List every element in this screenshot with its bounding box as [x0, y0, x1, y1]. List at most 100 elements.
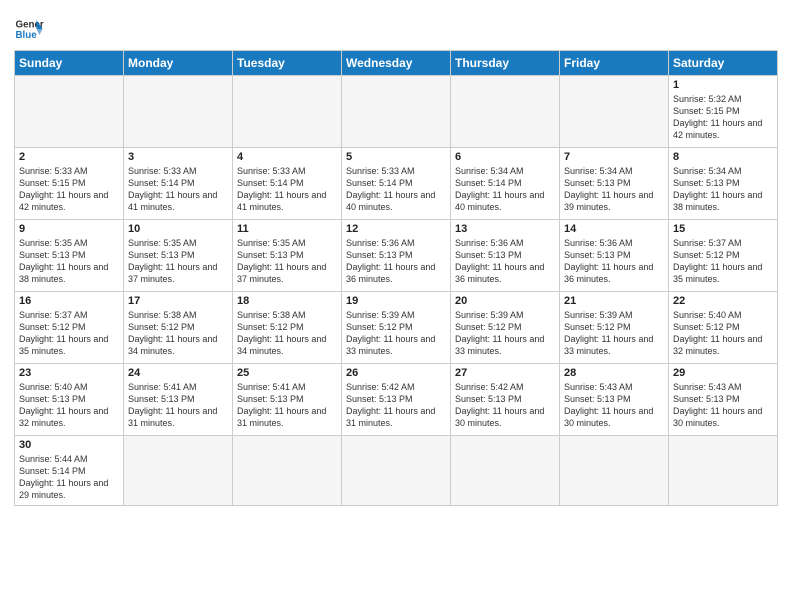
cell-info: Sunrise: 5:32 AMSunset: 5:15 PMDaylight:… [673, 93, 773, 142]
day-number: 7 [564, 151, 664, 163]
day-number: 27 [455, 367, 555, 379]
cell-info: Sunrise: 5:40 AMSunset: 5:13 PMDaylight:… [19, 381, 119, 430]
calendar-cell [233, 436, 342, 506]
cell-info: Sunrise: 5:33 AMSunset: 5:14 PMDaylight:… [346, 165, 446, 214]
day-number: 6 [455, 151, 555, 163]
day-number: 3 [128, 151, 228, 163]
logo: General Blue [14, 14, 44, 44]
day-number: 2 [19, 151, 119, 163]
cell-info: Sunrise: 5:35 AMSunset: 5:13 PMDaylight:… [128, 237, 228, 286]
calendar-cell: 30 Sunrise: 5:44 AMSunset: 5:14 PMDayligh… [15, 436, 124, 506]
calendar-cell: 14Sunrise: 5:36 AMSunset: 5:13 PMDayligh… [560, 220, 669, 292]
calendar-cell: 1 Sunrise: 5:32 AMSunset: 5:15 PMDaylight… [669, 76, 778, 148]
cell-info: Sunrise: 5:44 AMSunset: 5:14 PMDaylight:… [19, 453, 119, 502]
weekday-header-monday: Monday [124, 51, 233, 76]
day-number: 11 [237, 223, 337, 235]
day-number: 30 [19, 439, 119, 451]
calendar-cell: 17 Sunrise: 5:38 AMSunset: 5:12 PMDayligh… [124, 292, 233, 364]
calendar-cell: 22 Sunrise: 5:40 AMSunset: 5:12 PMDayligh… [669, 292, 778, 364]
calendar-cell [451, 436, 560, 506]
calendar-week-3: 9 Sunrise: 5:35 AMSunset: 5:13 PMDaylight… [15, 220, 778, 292]
calendar-cell: 4 Sunrise: 5:33 AMSunset: 5:14 PMDaylight… [233, 148, 342, 220]
cell-info: Sunrise: 5:37 AMSunset: 5:12 PMDaylight:… [19, 309, 119, 358]
calendar-cell [15, 76, 124, 148]
calendar-cell [560, 76, 669, 148]
day-number: 29 [673, 367, 773, 379]
cell-info: Sunrise: 5:43 AMSunset: 5:13 PMDaylight:… [673, 381, 773, 430]
calendar-cell: 5 Sunrise: 5:33 AMSunset: 5:14 PMDaylight… [342, 148, 451, 220]
header: General Blue [14, 10, 778, 44]
day-number: 5 [346, 151, 446, 163]
calendar-week-5: 23 Sunrise: 5:40 AMSunset: 5:13 PMDayligh… [15, 364, 778, 436]
cell-info: Sunrise: 5:33 AMSunset: 5:14 PMDaylight:… [128, 165, 228, 214]
calendar-cell: 3 Sunrise: 5:33 AMSunset: 5:14 PMDaylight… [124, 148, 233, 220]
cell-info: Sunrise: 5:33 AMSunset: 5:14 PMDaylight:… [237, 165, 337, 214]
calendar-cell [451, 76, 560, 148]
logo-icon: General Blue [14, 14, 44, 44]
cell-info: Sunrise: 5:37 AMSunset: 5:12 PMDaylight:… [673, 237, 773, 286]
weekday-header-thursday: Thursday [451, 51, 560, 76]
cell-info: Sunrise: 5:42 AMSunset: 5:13 PMDaylight:… [455, 381, 555, 430]
day-number: 4 [237, 151, 337, 163]
cell-info: Sunrise: 5:39 AMSunset: 5:12 PMDaylight:… [346, 309, 446, 358]
cell-info: Sunrise: 5:38 AMSunset: 5:12 PMDaylight:… [237, 309, 337, 358]
calendar-cell: 13Sunrise: 5:36 AMSunset: 5:13 PMDayligh… [451, 220, 560, 292]
calendar-cell: 10 Sunrise: 5:35 AMSunset: 5:13 PMDayligh… [124, 220, 233, 292]
day-number: 22 [673, 295, 773, 307]
calendar-cell: 25Sunrise: 5:41 AMSunset: 5:13 PMDayligh… [233, 364, 342, 436]
calendar-cell: 7 Sunrise: 5:34 AMSunset: 5:13 PMDaylight… [560, 148, 669, 220]
weekday-header-friday: Friday [560, 51, 669, 76]
day-number: 21 [564, 295, 664, 307]
day-number: 12 [346, 223, 446, 235]
calendar-cell [342, 76, 451, 148]
calendar-week-4: 16 Sunrise: 5:37 AMSunset: 5:12 PMDayligh… [15, 292, 778, 364]
calendar-cell [124, 436, 233, 506]
day-number: 16 [19, 295, 119, 307]
cell-info: Sunrise: 5:34 AMSunset: 5:13 PMDaylight:… [673, 165, 773, 214]
day-number: 20 [455, 295, 555, 307]
day-number: 17 [128, 295, 228, 307]
cell-info: Sunrise: 5:35 AMSunset: 5:13 PMDaylight:… [237, 237, 337, 286]
calendar-cell: 8 Sunrise: 5:34 AMSunset: 5:13 PMDaylight… [669, 148, 778, 220]
svg-text:Blue: Blue [16, 30, 38, 41]
cell-info: Sunrise: 5:41 AMSunset: 5:13 PMDaylight:… [128, 381, 228, 430]
cell-info: Sunrise: 5:36 AMSunset: 5:13 PMDaylight:… [455, 237, 555, 286]
cell-info: Sunrise: 5:39 AMSunset: 5:12 PMDaylight:… [455, 309, 555, 358]
day-number: 1 [673, 79, 773, 91]
day-number: 8 [673, 151, 773, 163]
calendar-cell: 11 Sunrise: 5:35 AMSunset: 5:13 PMDayligh… [233, 220, 342, 292]
calendar-cell: 15 Sunrise: 5:37 AMSunset: 5:12 PMDayligh… [669, 220, 778, 292]
weekday-header-sunday: Sunday [15, 51, 124, 76]
calendar-week-6: 30 Sunrise: 5:44 AMSunset: 5:14 PMDayligh… [15, 436, 778, 506]
day-number: 18 [237, 295, 337, 307]
page: General Blue SundayMondayTuesdayWednesda… [0, 0, 792, 612]
day-number: 9 [19, 223, 119, 235]
calendar-cell: 28Sunrise: 5:43 AMSunset: 5:13 PMDayligh… [560, 364, 669, 436]
day-number: 14 [564, 223, 664, 235]
day-number: 23 [19, 367, 119, 379]
calendar-cell [342, 436, 451, 506]
cell-info: Sunrise: 5:40 AMSunset: 5:12 PMDaylight:… [673, 309, 773, 358]
calendar-cell [124, 76, 233, 148]
day-number: 19 [346, 295, 446, 307]
cell-info: Sunrise: 5:34 AMSunset: 5:14 PMDaylight:… [455, 165, 555, 214]
calendar-cell [233, 76, 342, 148]
weekday-header-wednesday: Wednesday [342, 51, 451, 76]
cell-info: Sunrise: 5:33 AMSunset: 5:15 PMDaylight:… [19, 165, 119, 214]
calendar-cell: 12Sunrise: 5:36 AMSunset: 5:13 PMDayligh… [342, 220, 451, 292]
calendar-cell: 27 Sunrise: 5:42 AMSunset: 5:13 PMDayligh… [451, 364, 560, 436]
day-number: 15 [673, 223, 773, 235]
calendar-cell: 2 Sunrise: 5:33 AMSunset: 5:15 PMDaylight… [15, 148, 124, 220]
calendar-cell [669, 436, 778, 506]
calendar-week-1: 1 Sunrise: 5:32 AMSunset: 5:15 PMDaylight… [15, 76, 778, 148]
calendar-cell: 6 Sunrise: 5:34 AMSunset: 5:14 PMDaylight… [451, 148, 560, 220]
calendar-cell: 20 Sunrise: 5:39 AMSunset: 5:12 PMDayligh… [451, 292, 560, 364]
calendar-cell: 23 Sunrise: 5:40 AMSunset: 5:13 PMDayligh… [15, 364, 124, 436]
calendar-cell: 18 Sunrise: 5:38 AMSunset: 5:12 PMDayligh… [233, 292, 342, 364]
calendar-cell: 24Sunrise: 5:41 AMSunset: 5:13 PMDayligh… [124, 364, 233, 436]
cell-info: Sunrise: 5:43 AMSunset: 5:13 PMDaylight:… [564, 381, 664, 430]
day-number: 10 [128, 223, 228, 235]
cell-info: Sunrise: 5:34 AMSunset: 5:13 PMDaylight:… [564, 165, 664, 214]
weekday-header-row: SundayMondayTuesdayWednesdayThursdayFrid… [15, 51, 778, 76]
cell-info: Sunrise: 5:38 AMSunset: 5:12 PMDaylight:… [128, 309, 228, 358]
